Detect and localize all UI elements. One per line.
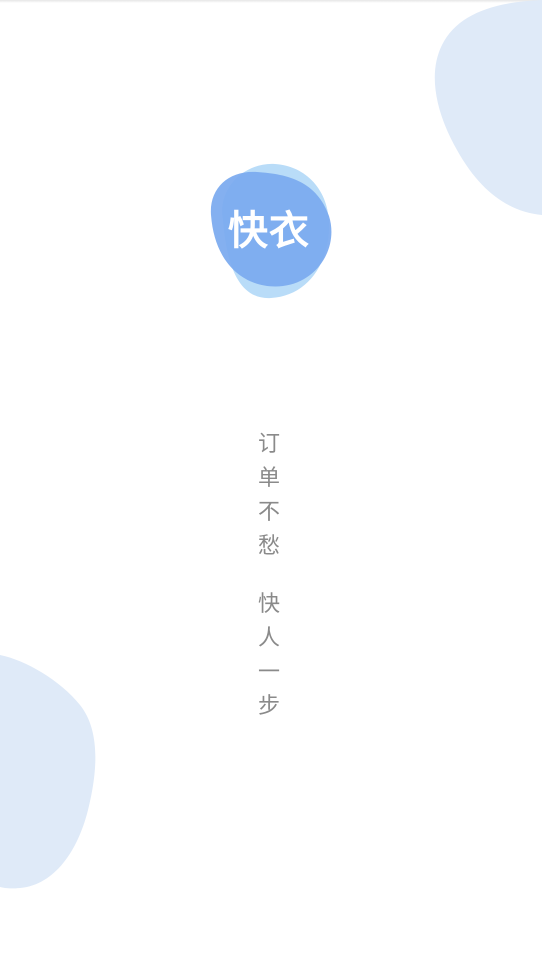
splash-screen: 快衣 订 单 不 愁 快 人 一 步 xyxy=(0,0,542,964)
slogan-char: 单 xyxy=(257,466,280,491)
slogan-line-1: 订 单 不 愁 xyxy=(258,428,280,564)
slogan-char: 订 xyxy=(257,432,280,457)
slogan-char: 人 xyxy=(257,626,280,651)
slogan-char: 快 xyxy=(257,592,280,617)
decorative-blob-bottom-left xyxy=(0,655,96,889)
decorative-blob-top-right xyxy=(434,0,542,215)
slogan-char: 步 xyxy=(257,694,280,719)
slogan: 订 单 不 愁 快 人 一 步 xyxy=(255,428,283,724)
slogan-line-2: 快 人 一 步 xyxy=(258,588,280,724)
slogan-char: 一 xyxy=(257,660,280,685)
app-logo-text: 快衣 xyxy=(228,208,310,254)
app-logo: 快衣 xyxy=(205,160,333,300)
slogan-char: 不 xyxy=(257,500,280,525)
slogan-char: 愁 xyxy=(257,534,280,559)
